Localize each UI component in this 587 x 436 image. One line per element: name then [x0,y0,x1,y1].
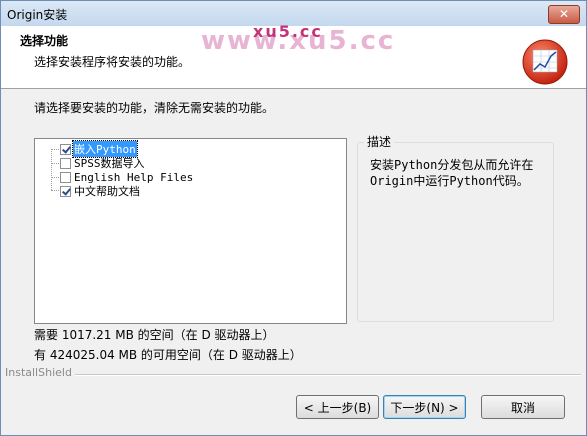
watermark-small: xu5.cc [253,22,323,41]
feature-label[interactable]: English Help Files [73,171,194,184]
available-space-text: 有 424025.04 MB 的可用空间（在 D 驱动器上） [34,348,302,362]
feature-item-chinese-help[interactable]: 中文帮助文档 [60,184,141,198]
footer-separator [75,374,581,376]
origin-logo-icon [522,39,568,85]
installer-window: Origin安装 ✕ 选择功能 选择安装程序将安装的功能。 www.xu5.cc… [0,0,587,436]
feature-label[interactable]: SPSS数据导入 [73,155,146,171]
instruction-text: 请选择要安装的功能，清除无需安装的功能。 [34,101,275,115]
feature-checkbox[interactable] [60,185,71,197]
tree-connector [51,177,59,178]
tree-connector [51,149,52,190]
description-text: 安装Python分发包从而允许在Origin中运行Python代码。 [370,158,534,188]
feature-checkbox[interactable] [60,143,71,155]
tree-connector [51,149,59,150]
feature-item-english-help[interactable]: English Help Files [60,170,194,184]
header-panel: 选择功能 选择安装程序将安装的功能。 www.xu5.cc xu5.cc [1,22,586,89]
feature-label[interactable]: 中文帮助文档 [73,183,141,199]
feature-item-spss[interactable]: SPSS数据导入 [60,156,146,170]
page-subtitle: 选择安装程序将安装的功能。 [34,55,191,69]
close-button[interactable]: ✕ [548,5,580,24]
cancel-button[interactable]: 取消 [481,395,565,419]
feature-checkbox[interactable] [60,171,71,183]
installshield-brand: InstallShield [5,366,72,379]
feature-item-python[interactable]: 嵌入Python [60,140,138,158]
page-title: 选择功能 [20,34,69,48]
watermark: www.xu5.cc xu5.cc [201,22,395,56]
window-title: Origin安装 [7,8,68,22]
description-legend: 描述 [364,133,395,150]
required-space-text: 需要 1017.21 MB 的空间（在 D 驱动器上） [34,328,275,342]
tree-connector [51,163,59,164]
back-button[interactable]: < 上一步(B) [296,395,379,419]
tree-connector [51,190,59,191]
next-button[interactable]: 下一步(N) > [383,395,466,419]
feature-checkbox[interactable] [60,157,71,169]
feature-tree[interactable]: 嵌入Python SPSS数据导入 English Help Files 中文帮… [34,138,347,324]
